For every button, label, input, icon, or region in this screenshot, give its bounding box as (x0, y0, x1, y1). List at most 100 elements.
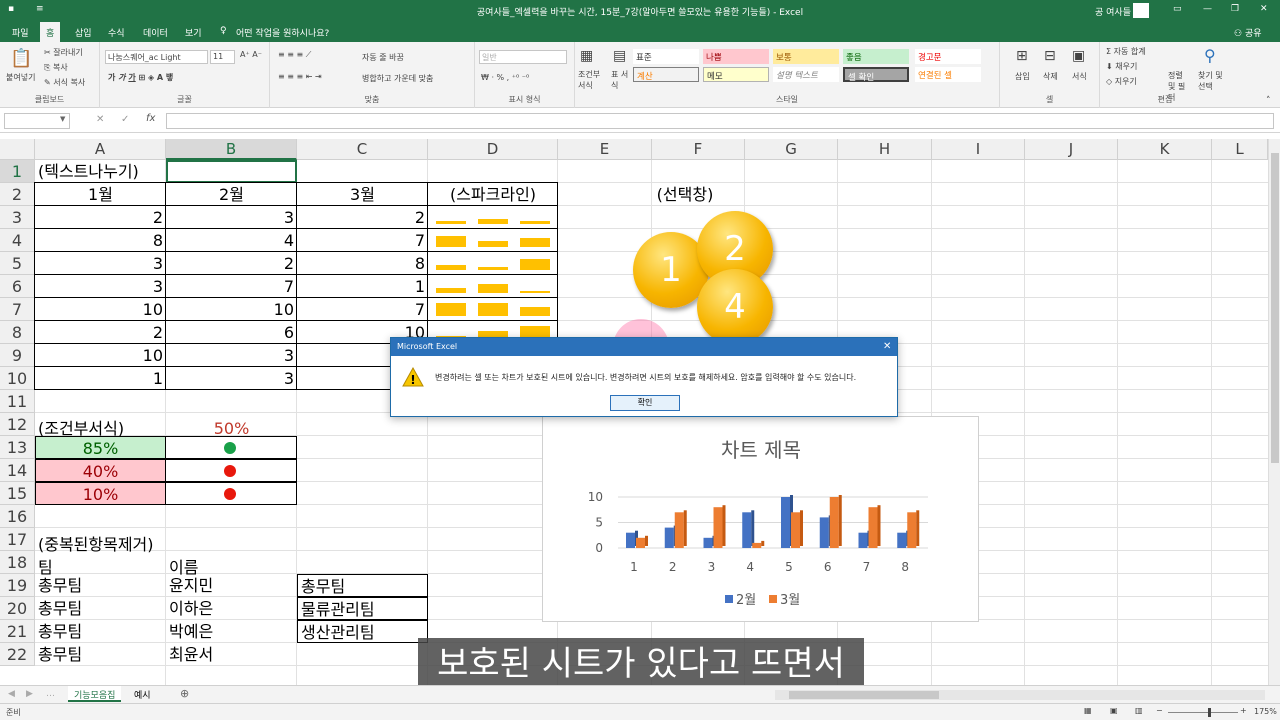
zoom-out-icon[interactable]: − (1156, 706, 1163, 715)
collapse-ribbon-icon[interactable]: ˄ (1266, 96, 1271, 106)
align-top-icon[interactable]: ≡ ≡ ≡ ⟋ (278, 50, 311, 60)
merge-center-button[interactable]: 병합하고 가운데 맞춤 (362, 73, 433, 84)
cell-b14[interactable] (165, 459, 297, 482)
ribbon-display-icon[interactable]: ▭ (1173, 4, 1182, 14)
enter-icon[interactable]: ✓ (121, 114, 129, 125)
column-header-b[interactable]: B (166, 139, 297, 160)
tab-insert[interactable]: 삽입 (75, 26, 92, 39)
wrap-text-button[interactable]: 자동 줄 바꿈 (362, 52, 404, 63)
name-box-dropdown-icon[interactable]: ▼ (60, 115, 65, 123)
style-good[interactable]: 좋음 (843, 49, 909, 64)
row-header-2[interactable]: 2 (0, 183, 35, 206)
sheet-tab-features[interactable]: 기능모음집 (68, 686, 122, 702)
cell-a22[interactable]: 총무팀 (35, 643, 166, 666)
formula-input[interactable] (166, 113, 1274, 129)
page-break-icon[interactable]: ▥ (1135, 706, 1143, 715)
close-icon[interactable]: ✕ (1260, 4, 1268, 14)
conditional-format-icon[interactable]: ▦ (580, 48, 593, 64)
format-painter-button[interactable]: ✎ 서식 복사 (44, 77, 85, 88)
coin-shape-4[interactable]: 4 (697, 269, 773, 345)
style-normal[interactable]: 표준 (633, 49, 699, 64)
cell-a6[interactable]: 3 (35, 275, 166, 298)
cell-b19[interactable]: 윤지민 (166, 574, 297, 597)
vertical-scroll-thumb[interactable] (1271, 153, 1279, 463)
cell-c22[interactable] (297, 643, 428, 666)
row-header-15[interactable]: 15 (0, 482, 35, 505)
font-size-select[interactable]: 11 (210, 50, 235, 64)
cell-b7[interactable]: 10 (166, 298, 297, 321)
tab-home[interactable]: 홈 (40, 22, 61, 42)
zoom-slider-thumb[interactable] (1208, 708, 1211, 717)
format-cells-button[interactable]: 서식 (1072, 71, 1087, 82)
accounting-icon[interactable]: ₩ · % , ⁺⁰ ⁻⁰ (481, 73, 529, 82)
cell-b21[interactable]: 박예은 (166, 620, 297, 643)
cell-c5[interactable]: 8 (297, 252, 428, 275)
column-header-f[interactable]: F (652, 139, 745, 160)
row-header-13[interactable]: 13 (0, 436, 35, 459)
cell-a19[interactable]: 총무팀 (35, 574, 166, 597)
add-sheet-icon[interactable]: ⊕ (180, 687, 189, 700)
zoom-level[interactable]: 175% (1254, 707, 1277, 716)
cell-c3[interactable]: 2 (297, 206, 428, 229)
prev-sheet-icon[interactable]: ◀ (8, 689, 15, 699)
ok-button[interactable]: 확인 (610, 395, 680, 411)
cell-a5[interactable]: 3 (35, 252, 166, 275)
cell-b15[interactable] (165, 482, 297, 505)
cell-a8[interactable]: 2 (35, 321, 166, 344)
user-name[interactable]: 공 여사들 (1095, 5, 1131, 18)
chart-legend[interactable]: 2월 3월 (725, 593, 800, 608)
cell-c20[interactable]: 물류관리팀 (297, 597, 428, 620)
tab-data[interactable]: 데이터 (143, 26, 168, 39)
minimize-icon[interactable]: — (1203, 4, 1212, 14)
row-header-10[interactable]: 10 (0, 367, 35, 390)
delete-cells-icon[interactable]: ⊟ (1044, 48, 1056, 64)
style-warning[interactable]: 경고문 (915, 49, 981, 64)
font-name-select[interactable]: 나눔스퀘어_ac Light (105, 50, 208, 64)
row-header-17[interactable]: 17 (0, 528, 35, 551)
style-calc[interactable]: 계산 (633, 67, 699, 82)
cell-a20[interactable]: 총무팀 (35, 597, 166, 620)
search-icon[interactable]: ⚲ (1204, 46, 1216, 65)
cell-c21[interactable]: 생산관리팀 (297, 620, 428, 643)
cell-a21[interactable]: 총무팀 (35, 620, 166, 643)
cell-a13[interactable]: 85% (35, 436, 166, 459)
style-linked[interactable]: 연결된 셀 (915, 67, 981, 82)
horizontal-scrollbar[interactable] (775, 690, 1265, 700)
find-select-button[interactable]: 찾기 및 선택 (1198, 70, 1226, 92)
column-header-i[interactable]: I (932, 139, 1025, 160)
bold-icon[interactable]: 가 가 가 ⊞ ◈ A 뱋 (108, 72, 173, 83)
chart-title[interactable]: 차트 제목 (721, 438, 801, 462)
select-all-corner[interactable] (0, 139, 35, 160)
horizontal-scroll-thumb[interactable] (789, 691, 939, 699)
next-sheet-icon[interactable]: ▶ (26, 689, 33, 699)
column-header-j[interactable]: J (1025, 139, 1118, 160)
format-cells-icon[interactable]: ▣ (1072, 48, 1085, 64)
active-cell-b1[interactable] (166, 160, 297, 183)
insert-function-icon[interactable]: fx (146, 113, 155, 124)
align-left-icon[interactable]: ≡ ≡ ≡ ⇤ ⇥ (278, 72, 322, 81)
row-header-20[interactable]: 20 (0, 597, 35, 620)
cell-a15[interactable]: 10% (35, 482, 166, 505)
row-header-5[interactable]: 5 (0, 252, 35, 275)
cancel-icon[interactable]: ✕ (96, 114, 104, 125)
autosum-button[interactable]: Σ 자동 합계 (1106, 46, 1146, 57)
cell-b9[interactable]: 3 (166, 344, 297, 367)
row-header-4[interactable]: 4 (0, 229, 35, 252)
clear-button[interactable]: ◇ 지우기 (1106, 76, 1137, 87)
restore-icon[interactable]: ❐ (1231, 4, 1239, 14)
column-header-g[interactable]: G (745, 139, 838, 160)
style-bad[interactable]: 나쁨 (703, 49, 769, 64)
zoom-in-icon[interactable]: + (1240, 706, 1247, 715)
paste-icon[interactable]: 📋 (10, 48, 32, 69)
format-table-icon[interactable]: ▤ (613, 48, 626, 64)
cell-c19[interactable]: 총무팀 (297, 574, 428, 597)
cell-a14[interactable]: 40% (35, 459, 166, 482)
copy-button[interactable]: ⎘ 복사 (44, 62, 68, 73)
cell-a3[interactable]: 2 (35, 206, 166, 229)
dialog-close-icon[interactable]: ✕ (883, 341, 891, 352)
row-header-9[interactable]: 9 (0, 344, 35, 367)
cell-b6[interactable]: 7 (166, 275, 297, 298)
cell-a9[interactable]: 10 (35, 344, 166, 367)
fill-button[interactable]: ⬇ 채우기 (1106, 61, 1137, 72)
cell-c7[interactable]: 7 (297, 298, 428, 321)
